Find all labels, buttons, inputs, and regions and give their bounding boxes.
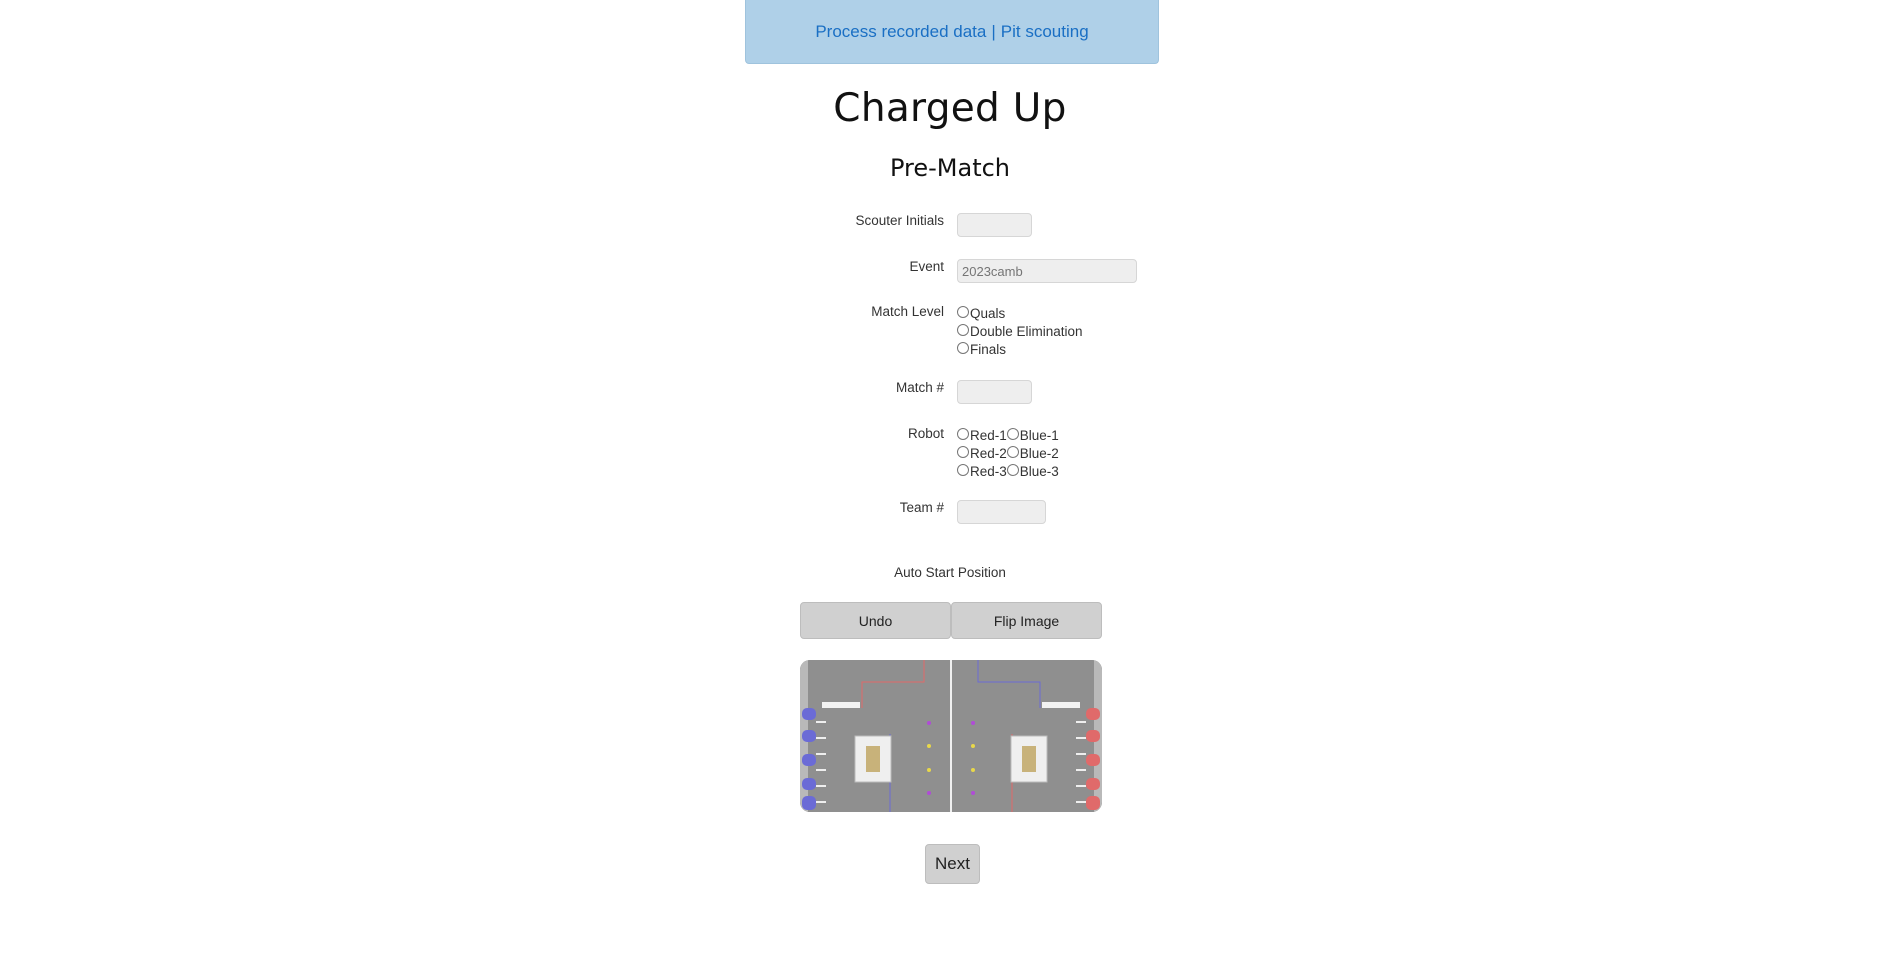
auto-button-bar: Undo Flip Image [800,602,1102,639]
page-title: Charged Up [833,86,1067,131]
match-level-label: Match Level [871,304,944,319]
red-2-radio[interactable] [957,445,969,458]
double-elimination-radio[interactable] [957,323,969,336]
robot-label: Robot [907,426,944,441]
robot-options: Red-1 Blue-1 Red-2 Blue-2 Red-3 Blue-3 [957,426,1059,480]
section-title: Pre-Match [889,154,1011,182]
next-button[interactable]: Next [925,844,980,884]
team-number-row: Team # [0,500,1885,530]
scouter-initials-label: Scouter Initials [855,213,944,228]
scouter-initials-input[interactable] [957,213,1032,237]
top-nav-bar: Process recorded data | Pit scouting [745,0,1159,64]
match-number-input[interactable] [957,380,1032,404]
double-elimination-label: Double Elimination [970,323,1083,339]
red-2-label: Red-2 [970,445,1007,461]
red-1-label: Red-1 [970,427,1007,443]
scouter-initials-row: Scouter Initials [0,213,1885,243]
red-barrier [1042,702,1080,708]
red-1-radio[interactable] [957,427,969,440]
match-number-label: Match # [895,380,944,395]
match-level-option-quals[interactable]: Quals [957,304,1083,322]
blue-3-radio[interactable] [1006,463,1019,476]
blue-1-radio[interactable] [1006,427,1019,440]
match-number-row: Match # [0,380,1885,410]
blue-barrier [822,702,860,708]
nav-separator: | [991,21,996,41]
event-label: Event [909,259,944,274]
red-3-radio[interactable] [957,463,969,476]
finals-radio[interactable] [957,341,969,354]
quals-radio[interactable] [957,305,969,318]
finals-label: Finals [970,341,1007,357]
match-level-options: Quals Double Elimination Finals [957,304,1083,358]
blue-charge-station [854,735,892,783]
red-charge-station [1010,735,1048,783]
undo-button[interactable]: Undo [800,602,951,639]
auto-start-position-label: Auto Start Position [894,565,1006,580]
team-number-input[interactable] [957,500,1046,524]
blue-2-radio[interactable] [1006,445,1019,458]
team-number-label: Team # [899,500,944,515]
blue-3-label: Blue-3 [1019,463,1059,479]
flip-image-button[interactable]: Flip Image [951,602,1102,639]
blue-2-label: Blue-2 [1019,445,1059,461]
blue-1-label: Blue-1 [1019,427,1059,443]
red-3-label: Red-3 [970,463,1007,479]
pit-scouting-link[interactable]: Pit scouting [1001,22,1089,42]
quals-label: Quals [970,305,1006,321]
match-level-row: Match Level Quals Double Elimination Fin… [0,304,1885,364]
event-row: Event [0,259,1885,289]
process-recorded-data-link[interactable]: Process recorded data [815,22,986,42]
robot-row: Robot Red-1 Blue-1 Red-2 Blue-2 Red-3 Bl… [0,426,1885,486]
event-input[interactable] [957,259,1137,283]
field-map-image [800,660,1102,812]
field-map-canvas[interactable] [800,660,1102,812]
match-level-option-finals[interactable]: Finals [957,340,1083,358]
match-level-option-double-elimination[interactable]: Double Elimination [957,322,1083,340]
